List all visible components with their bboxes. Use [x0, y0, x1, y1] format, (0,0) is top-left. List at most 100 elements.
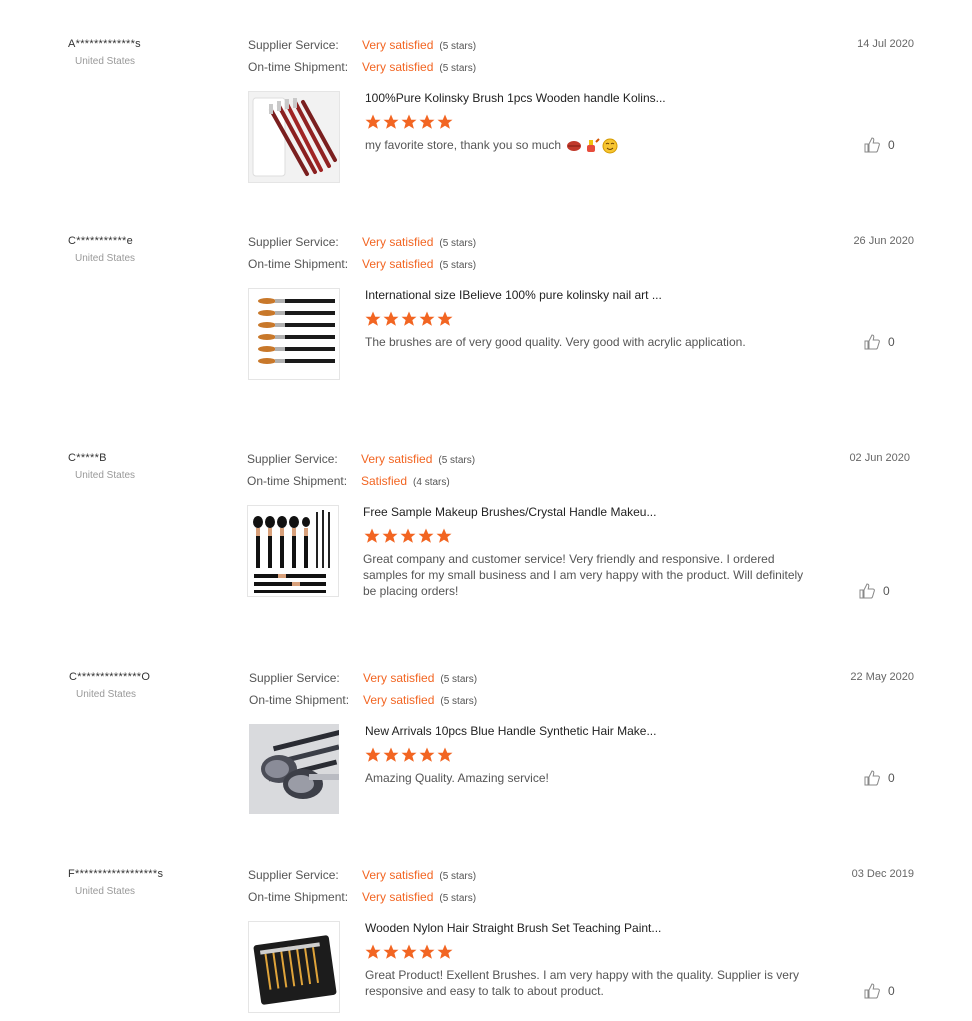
shipment-rating: On-time Shipment: Very satisfied (5 stars) [248, 890, 476, 904]
buyer-name: A*************s [68, 38, 141, 50]
supplier-service-value: Very satisfied [363, 671, 435, 685]
star-rating [364, 310, 454, 328]
product-thumbnail[interactable] [247, 505, 339, 597]
supplier-service-stars: (5 stars) [439, 41, 477, 52]
buyer-country: United States [75, 886, 136, 897]
product-title[interactable]: Free Sample Makeup Brushes/Crystal Handl… [363, 505, 656, 519]
helpful-button[interactable]: 0 [864, 770, 895, 786]
supplier-service-value: Very satisfied [362, 235, 434, 249]
star-icon [437, 944, 453, 959]
supplier-service-value: Very satisfied [361, 452, 433, 466]
supplier-service-label: Supplier Service: [248, 38, 339, 52]
star-icon [401, 944, 417, 959]
review-date: 14 Jul 2020 [857, 38, 914, 50]
helpful-count: 0 [888, 984, 895, 998]
helpful-count: 0 [883, 584, 890, 598]
star-icon [382, 528, 398, 543]
star-rating [363, 527, 453, 545]
product-thumbnail[interactable] [248, 921, 340, 1013]
star-icon [364, 528, 380, 543]
helpful-button[interactable]: 0 [864, 334, 895, 350]
shipment-label: On-time Shipment: [247, 474, 348, 488]
shipment-stars: (5 stars) [439, 893, 477, 904]
review-comment: Great company and customer service! Very… [363, 552, 804, 598]
review-comment: The brushes are of very good quality. Ve… [365, 335, 746, 349]
star-rating [364, 113, 454, 131]
review-comment: Amazing Quality. Amazing service! [365, 771, 549, 785]
star-rating [364, 943, 454, 961]
helpful-button[interactable]: 0 [864, 137, 895, 153]
product-thumbnail[interactable] [248, 288, 340, 380]
shipment-stars: (5 stars) [439, 63, 477, 74]
review-item: C***********e United States Supplier Ser… [0, 235, 972, 395]
supplier-service-label: Supplier Service: [248, 868, 339, 882]
buyer-country: United States [75, 470, 136, 481]
supplier-service-rating: Supplier Service: Very satisfied (5 stars) [248, 38, 476, 52]
product-title[interactable]: International size IBelieve 100% pure ko… [365, 288, 662, 302]
supplier-service-label: Supplier Service: [249, 671, 340, 685]
buyer-name: C***********e [68, 235, 134, 247]
star-icon [383, 114, 399, 129]
star-icon [365, 747, 381, 762]
shipment-stars: (5 stars) [440, 696, 478, 707]
star-icon [437, 114, 453, 129]
star-icon [400, 528, 416, 543]
thumbs-up-icon [859, 583, 875, 599]
product-thumbnail[interactable] [248, 91, 340, 183]
buyer-name: F******************s [68, 868, 164, 880]
supplier-service-rating: Supplier Service: Very satisfied (5 stars) [247, 452, 475, 466]
review-date: 22 May 2020 [850, 671, 914, 683]
supplier-service-stars: (5 stars) [440, 674, 478, 685]
shipment-rating: On-time Shipment: Very satisfied (5 stars) [248, 60, 476, 74]
nail-polish-emoji-icon [587, 138, 601, 152]
star-icon [365, 114, 381, 129]
review-date: 03 Dec 2019 [851, 868, 914, 880]
shipment-value: Very satisfied [362, 60, 434, 74]
shipment-label: On-time Shipment: [248, 257, 349, 271]
supplier-service-stars: (5 stars) [439, 238, 477, 249]
review-item: A*************s United States Supplier S… [0, 38, 972, 198]
shipment-label: On-time Shipment: [248, 60, 349, 74]
shipment-label: On-time Shipment: [248, 890, 349, 904]
buyer-country: United States [76, 689, 137, 700]
product-title[interactable]: 100%Pure Kolinsky Brush 1pcs Wooden hand… [365, 91, 666, 105]
shipment-stars: (5 stars) [439, 260, 477, 271]
shipment-value: Very satisfied [363, 693, 435, 707]
star-icon [383, 311, 399, 326]
star-icon [365, 944, 381, 959]
shipment-rating: On-time Shipment: Very satisfied (5 stars) [249, 693, 477, 707]
star-icon [419, 944, 435, 959]
star-icon [401, 311, 417, 326]
star-icon [383, 944, 399, 959]
star-icon [437, 747, 453, 762]
star-icon [419, 747, 435, 762]
review-date: 26 Jun 2020 [853, 235, 914, 247]
supplier-service-label: Supplier Service: [247, 452, 338, 466]
product-title[interactable]: New Arrivals 10pcs Blue Handle Synthetic… [365, 724, 656, 738]
review-item: C*****B United States Supplier Service: V… [0, 452, 972, 632]
star-icon [419, 311, 435, 326]
buyer-country: United States [75, 253, 136, 264]
helpful-count: 0 [888, 335, 895, 349]
helpful-count: 0 [888, 138, 895, 152]
star-rating [364, 746, 454, 764]
helpful-button[interactable]: 0 [859, 583, 890, 599]
helpful-button[interactable]: 0 [864, 983, 895, 999]
lips-emoji-icon [567, 140, 582, 151]
star-icon [383, 747, 399, 762]
shipment-stars: (4 stars) [413, 477, 450, 488]
shipment-label: On-time Shipment: [249, 693, 350, 707]
review-item: F******************s United States Suppl… [0, 868, 972, 1021]
supplier-service-stars: (5 stars) [439, 871, 477, 882]
review-comment-text: my favorite store, thank you so much [365, 138, 562, 152]
review-date: 02 Jun 2020 [849, 452, 910, 464]
product-thumbnail[interactable] [249, 724, 339, 814]
star-icon [437, 311, 453, 326]
star-icon [401, 747, 417, 762]
shipment-value: Very satisfied [362, 890, 434, 904]
thumbs-up-icon [864, 137, 880, 153]
star-icon [401, 114, 417, 129]
supplier-service-value: Very satisfied [362, 868, 434, 882]
buyer-name: C**************O [69, 671, 151, 683]
product-title[interactable]: Wooden Nylon Hair Straight Brush Set Tea… [365, 921, 661, 935]
